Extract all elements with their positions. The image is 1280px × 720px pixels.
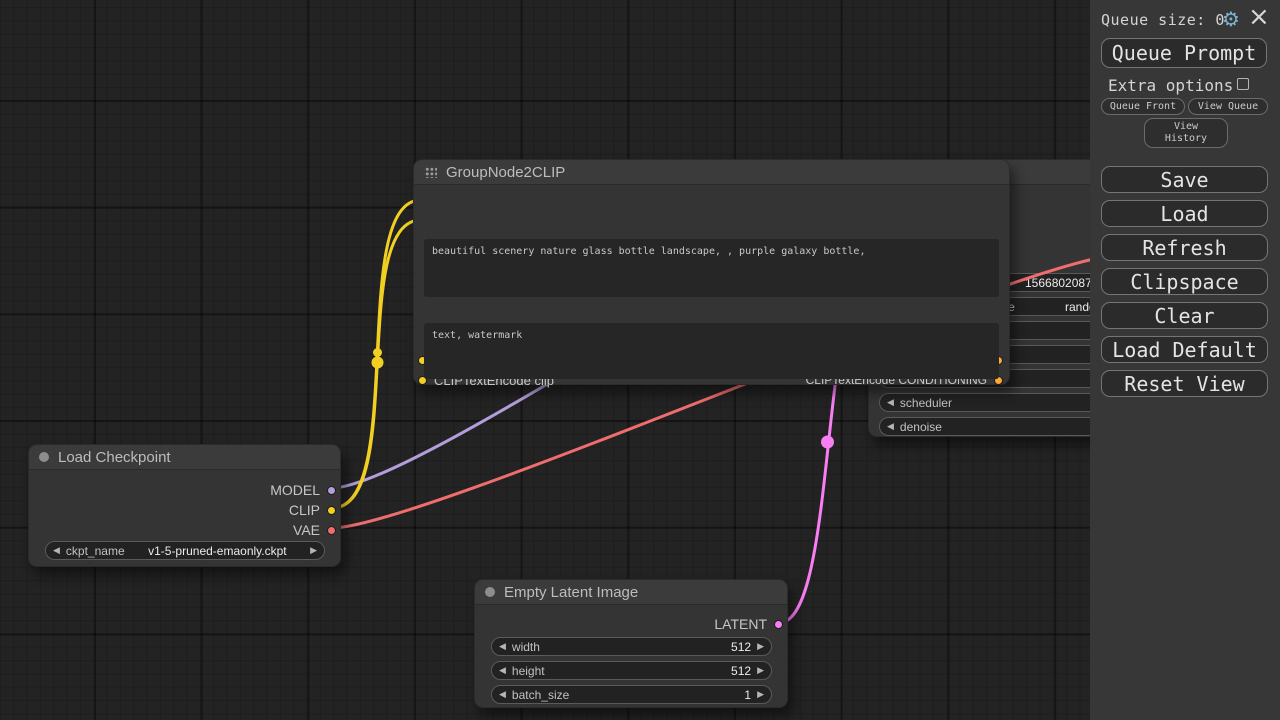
extra-options-checkbox[interactable] <box>1237 78 1249 90</box>
group-node-title-text: GroupNode2CLIP <box>446 164 565 181</box>
model-port-label: MODEL <box>270 482 320 498</box>
load-checkpoint-title[interactable]: Load Checkpoint <box>29 445 340 470</box>
clip-port-dot[interactable] <box>327 506 336 515</box>
group-node[interactable]: GroupNode2CLIP clip CLIPTextEncode clip … <box>413 159 1010 385</box>
batch-size-widget[interactable]: ◀ batch_size 1 ▶ <box>491 685 772 704</box>
ckpt-name-value: v1-5-pruned-emaonly.ckpt <box>148 544 287 558</box>
width-value: 512 <box>731 640 751 654</box>
settings-gear-icon[interactable]: ⚙ <box>1222 7 1240 31</box>
ckpt-name-widget[interactable]: ◀ ckpt_name v1-5-pruned-emaonly.ckpt ▶ <box>45 541 325 560</box>
empty-latent-title-text: Empty Latent Image <box>504 584 638 601</box>
clip-wire-dot-2[interactable] <box>372 357 384 369</box>
load-checkpoint-node[interactable]: Load Checkpoint MODEL CLIP VAE ◀ ckpt_na… <box>28 444 341 567</box>
group-grid-icon <box>424 166 437 178</box>
negative-prompt-textarea[interactable]: text, watermark <box>424 323 999 379</box>
save-button[interactable]: Save <box>1101 166 1268 193</box>
output-clip[interactable]: CLIP <box>289 502 336 518</box>
load-default-button[interactable]: Load Default <box>1101 336 1268 363</box>
load-checkpoint-title-text: Load Checkpoint <box>58 449 171 466</box>
view-queue-button[interactable]: View Queue <box>1188 98 1268 115</box>
model-port-dot[interactable] <box>327 486 336 495</box>
arrow-right-icon[interactable]: ▶ <box>757 690 764 699</box>
arrow-left-icon[interactable]: ◀ <box>499 642 506 651</box>
batch-size-label: batch_size <box>512 688 569 702</box>
clipspace-button[interactable]: Clipspace <box>1101 268 1268 295</box>
height-widget[interactable]: ◀ height 512 ▶ <box>491 661 772 680</box>
arrow-right-icon[interactable]: ▶ <box>310 546 317 555</box>
output-vae[interactable]: VAE <box>293 522 336 538</box>
queue-front-button[interactable]: Queue Front <box>1101 98 1185 115</box>
collapse-dot-icon[interactable] <box>485 587 495 597</box>
height-value: 512 <box>731 664 751 678</box>
queue-prompt-button[interactable]: Queue Prompt <box>1101 38 1267 68</box>
comfy-menu: Queue size: 0 ⚙ × Queue Prompt Extra opt… <box>1090 0 1280 720</box>
load-button[interactable]: Load <box>1101 200 1268 227</box>
output-latent[interactable]: LATENT <box>714 616 783 632</box>
group-node-title[interactable]: GroupNode2CLIP <box>414 160 1009 185</box>
latent-wire-dot[interactable] <box>821 436 834 449</box>
arrow-right-icon[interactable]: ▶ <box>757 642 764 651</box>
vae-port-label: VAE <box>293 522 320 538</box>
empty-latent-node[interactable]: Empty Latent Image LATENT ◀ width 512 ▶ … <box>474 579 788 708</box>
latent-port-dot[interactable] <box>774 620 783 629</box>
graph-canvas[interactable]: 1566802087 control_after_generate random… <box>0 0 1090 720</box>
positive-prompt-textarea[interactable]: beautiful scenery nature glass bottle la… <box>424 239 999 297</box>
height-label: height <box>512 664 545 678</box>
reset-view-button[interactable]: Reset View <box>1101 370 1268 397</box>
arrow-right-icon[interactable]: ▶ <box>757 666 764 675</box>
close-icon[interactable]: × <box>1248 2 1270 32</box>
extra-options-label: Extra options <box>1108 76 1233 95</box>
width-label: width <box>512 640 540 654</box>
arrow-left-icon[interactable]: ◀ <box>53 546 60 555</box>
view-history-button[interactable]: View History <box>1144 118 1228 148</box>
latent-port-label: LATENT <box>714 616 767 632</box>
arrow-left-icon[interactable]: ◀ <box>499 690 506 699</box>
collapse-dot-icon[interactable] <box>39 452 49 462</box>
empty-latent-title[interactable]: Empty Latent Image <box>475 580 787 605</box>
clear-button[interactable]: Clear <box>1101 302 1268 329</box>
arrow-left-icon[interactable]: ◀ <box>499 666 506 675</box>
queue-size-label: Queue size: 0 <box>1101 11 1225 29</box>
ckpt-name-label: ckpt_name <box>66 544 125 558</box>
batch-size-value: 1 <box>744 688 751 702</box>
clip-port-label: CLIP <box>289 502 320 518</box>
output-model[interactable]: MODEL <box>270 482 336 498</box>
vae-port-dot[interactable] <box>327 526 336 535</box>
width-widget[interactable]: ◀ width 512 ▶ <box>491 637 772 656</box>
refresh-button[interactable]: Refresh <box>1101 234 1268 261</box>
clip-wire-dot-1[interactable] <box>373 348 382 357</box>
